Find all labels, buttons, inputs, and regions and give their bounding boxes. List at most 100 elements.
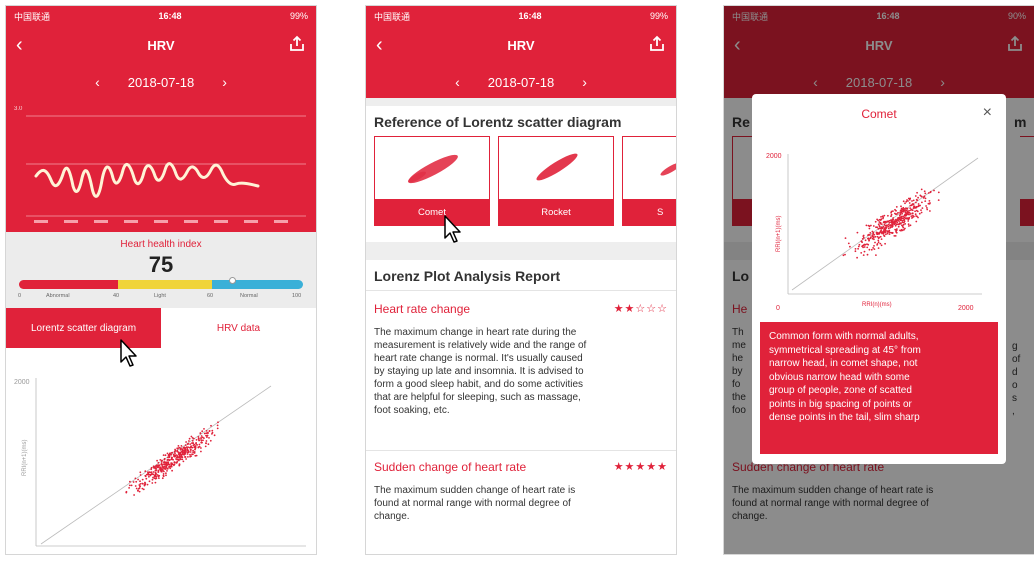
scatter-dot <box>879 227 881 230</box>
scatter-dot <box>913 205 915 208</box>
scatter-dot <box>899 211 901 214</box>
star-rating: ★★☆☆☆ <box>613 303 668 315</box>
thumb-comet[interactable]: Comet <box>374 136 490 226</box>
scatter-dot <box>862 236 865 239</box>
scatter-dot <box>856 256 858 259</box>
scatter-dot <box>134 485 137 487</box>
report-item-name: Heart rate change <box>374 302 471 316</box>
scatter-dot <box>862 235 865 237</box>
health-gauge-bar <box>19 280 303 289</box>
scatter-dot <box>887 227 890 230</box>
scatter-dot <box>208 437 210 439</box>
scatter-dot <box>200 447 202 449</box>
scatter-dot <box>908 209 910 212</box>
scatter-dot <box>880 216 882 218</box>
scatter-dot <box>156 459 159 462</box>
scatter-dot <box>150 468 153 471</box>
scatter-dot <box>895 209 897 212</box>
scatter-dot <box>194 454 197 457</box>
scatter-dot <box>866 243 868 245</box>
next-date-button[interactable]: › <box>582 74 587 90</box>
scatter-dot <box>152 476 154 479</box>
scatter-dot <box>203 428 205 430</box>
scatter-dot <box>925 205 927 207</box>
scatter-dot <box>148 480 151 483</box>
gauge-marker <box>229 277 236 284</box>
scatter-dot <box>858 243 861 246</box>
scatter-dot <box>191 453 193 456</box>
close-icon[interactable]: × <box>983 104 992 122</box>
scatter-dot <box>913 215 915 218</box>
scatter-dot <box>178 456 181 459</box>
time-tick <box>34 220 48 223</box>
gauge-tick: Normal <box>240 293 258 299</box>
scatter-dot <box>148 475 150 478</box>
scatter-dot <box>207 432 209 435</box>
scatter-dot <box>922 197 925 199</box>
section-gap <box>366 98 676 106</box>
scatter-dot <box>902 200 905 203</box>
scatter-dot <box>164 454 167 457</box>
thumb-rocket[interactable]: Rocket <box>498 136 614 226</box>
scatter-dot <box>174 448 177 451</box>
scatter-dot <box>901 208 904 211</box>
identity-line <box>791 157 979 291</box>
scatter-dot <box>878 225 881 227</box>
scatter-dot <box>904 223 907 225</box>
scatter-dot <box>897 219 899 221</box>
phone-screen-lorenz-report: 中国联通 16:48 99% ‹ HRV ‹ 2018-07-18 › Refe… <box>366 6 676 554</box>
scatter-dot <box>911 209 914 212</box>
hrv-wave-plot <box>26 115 306 223</box>
scatter-ymax-label: 2000 <box>14 379 30 386</box>
desc-line: foot soaking, etc. <box>374 405 450 416</box>
scatter-dot <box>904 202 906 205</box>
scatter-dot <box>915 206 918 209</box>
scatter-dot <box>937 199 940 201</box>
scatter-dot <box>915 220 918 223</box>
star-rating: ★★★★★ <box>613 461 668 473</box>
scatter-dot <box>170 465 173 468</box>
scatter-dot <box>183 453 186 456</box>
scatter-dot <box>907 200 909 202</box>
scatter-dot <box>137 490 139 492</box>
scatter-dot <box>928 200 931 202</box>
scatter-dot <box>909 209 912 211</box>
scatter-dot <box>907 213 909 216</box>
mouse-pointer-icon <box>444 215 461 243</box>
scatter-dot <box>889 224 891 227</box>
scatter-dot <box>187 451 190 454</box>
share-icon[interactable] <box>288 35 306 53</box>
scatter-dot <box>138 490 141 493</box>
prev-date-button[interactable]: ‹ <box>455 74 460 90</box>
scatter-dot <box>195 442 198 444</box>
scatter-dot <box>198 443 201 446</box>
scatter-dot <box>141 478 144 481</box>
scatter-dot <box>928 202 931 205</box>
gauge-segment-abnormal <box>19 280 119 289</box>
next-date-button[interactable]: › <box>222 74 227 90</box>
scatter-dot <box>154 481 157 484</box>
scatter-dot <box>165 466 168 468</box>
scatter-dot <box>163 463 165 466</box>
scatter-dot <box>143 484 146 487</box>
scatter-dot <box>173 461 176 464</box>
share-icon[interactable] <box>648 35 666 53</box>
scatter-dot <box>178 464 181 467</box>
scatter-dot <box>896 221 899 224</box>
scatter-dot <box>926 208 929 211</box>
desc-line: narrow head, in comet shape, not <box>769 358 918 369</box>
scatter-dot <box>897 211 899 214</box>
scatter-dot <box>132 481 135 483</box>
scatter-dot <box>904 227 906 230</box>
tab-hrv-data[interactable]: HRV data <box>161 308 316 348</box>
scatter-dot <box>844 237 847 239</box>
x-axis-label: RRI(n)(ms) <box>862 302 892 308</box>
scatter-cloud <box>408 154 458 184</box>
thumb-third[interactable]: S <box>622 136 676 226</box>
scatter-dot <box>874 235 877 238</box>
scatter-dot <box>205 430 208 432</box>
scatter-dot <box>877 237 880 240</box>
prev-date-button[interactable]: ‹ <box>95 74 100 90</box>
scatter-dot <box>909 213 912 215</box>
scatter-dot <box>211 433 213 435</box>
